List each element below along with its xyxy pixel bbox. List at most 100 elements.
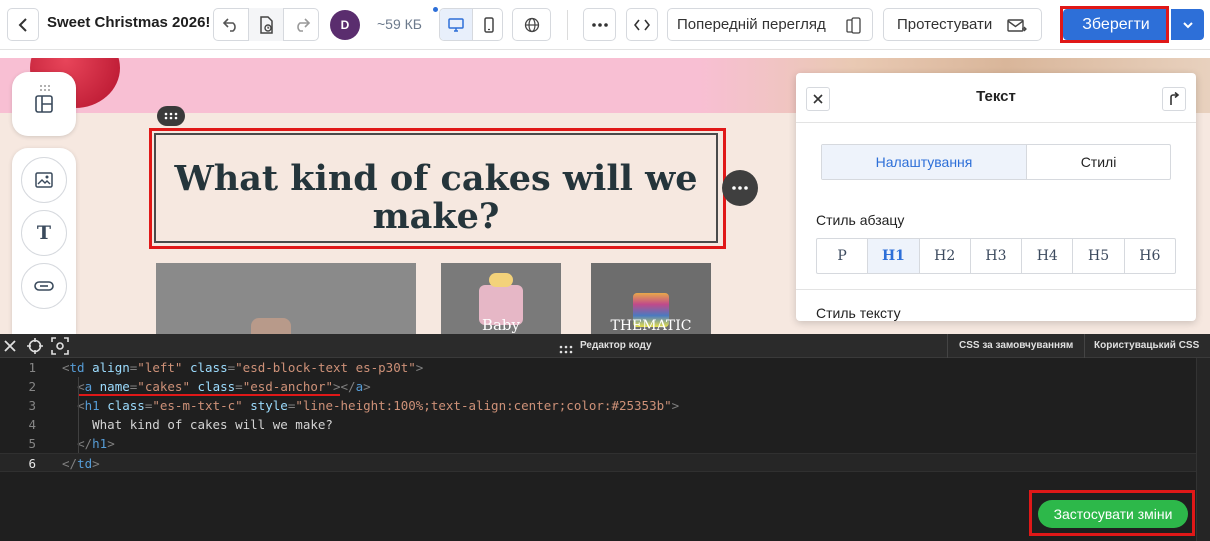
code-text: <h1 class="es-m-txt-c" style="line-heigh… <box>77 398 680 413</box>
image-block-button[interactable] <box>21 157 67 203</box>
line-number: 4 <box>28 417 36 432</box>
blocks-dock: T <box>12 148 76 334</box>
redo-button[interactable] <box>284 8 319 41</box>
apply-changes-button[interactable]: Застосувати зміни <box>1038 500 1188 528</box>
drag-dots-icon <box>164 112 178 120</box>
preview-label: Попередній перегляд <box>677 16 826 33</box>
preview-button[interactable]: Попередній перегляд <box>667 8 873 41</box>
style-option-h5[interactable]: H5 <box>1073 239 1125 273</box>
style-option-h3[interactable]: H3 <box>971 239 1023 273</box>
cake-topper-detail <box>489 273 513 287</box>
style-option-h1[interactable]: H1 <box>868 239 920 273</box>
send-envelope-icon <box>1007 19 1027 32</box>
save-options-button[interactable] <box>1171 9 1204 40</box>
more-horizontal-icon <box>591 22 608 27</box>
button-block-icon <box>34 281 54 291</box>
save-button[interactable]: Зберегти <box>1063 9 1169 40</box>
chevron-left-icon <box>18 17 27 32</box>
desktop-icon <box>448 17 464 32</box>
toolbar-divider <box>567 10 568 40</box>
cake-image-3[interactable]: Thematic <box>591 263 711 334</box>
panel-divider <box>796 289 1196 290</box>
mobile-icon <box>483 16 494 33</box>
code-line: 5 </h1> <box>0 434 1196 453</box>
text-t-icon: T <box>36 222 52 244</box>
cake-image-2[interactable]: Baby <box>441 263 561 334</box>
editor-scrollbar[interactable] <box>1196 358 1210 541</box>
code-line-current: 6 </td> <box>0 453 1196 472</box>
image-caption-thematic: Thematic <box>610 318 692 334</box>
code-editor-title: Редактор коду <box>580 340 652 351</box>
tab-custom-css[interactable]: Користувацький CSS <box>1094 340 1199 351</box>
level-up-icon <box>1170 92 1180 105</box>
language-button[interactable] <box>512 8 551 41</box>
style-option-h4[interactable]: H4 <box>1022 239 1074 273</box>
paragraph-style-label: Стиль абзацу <box>816 212 905 228</box>
line-number: 5 <box>28 436 36 451</box>
text-settings-panel: Текст Налаштування Стилі Стиль абзацу P … <box>796 73 1196 321</box>
button-block-button[interactable] <box>21 263 67 309</box>
undo-icon <box>222 17 236 32</box>
drag-handle-icon[interactable] <box>559 341 573 359</box>
code-editor: Редактор коду CSS за замовчуванням Корис… <box>0 334 1210 541</box>
tab-settings[interactable]: Налаштування <box>822 145 1027 179</box>
code-editor-header: Редактор коду CSS за замовчуванням Корис… <box>0 334 1210 358</box>
layout-icon <box>35 95 53 113</box>
line-number: 6 <box>28 456 36 471</box>
mobile-view-button[interactable] <box>472 9 502 40</box>
code-text: </h1> <box>77 436 115 451</box>
avatar[interactable]: D <box>330 10 360 40</box>
select-parent-button[interactable] <box>1162 87 1186 111</box>
tab-divider <box>1084 334 1085 358</box>
device-switcher <box>439 8 503 41</box>
text-block-button[interactable]: T <box>21 210 67 256</box>
unsaved-indicator <box>433 7 438 12</box>
code-line: 3 <h1 class="es-m-txt-c" style="line-hei… <box>0 396 1196 415</box>
block-heading[interactable]: What kind of cakes will we make? <box>154 160 718 236</box>
style-option-p[interactable]: P <box>817 239 869 273</box>
version-history-button[interactable] <box>248 8 284 41</box>
line-number: 2 <box>28 379 36 394</box>
preview-device-icon <box>846 17 861 34</box>
code-line: 4 What kind of cakes will we make? <box>0 415 1196 434</box>
more-options-button[interactable] <box>583 8 616 41</box>
indent-guide <box>78 377 79 453</box>
style-option-h2[interactable]: H2 <box>920 239 971 273</box>
test-label: Протестувати <box>897 16 993 33</box>
block-actions-button[interactable] <box>722 170 758 206</box>
code-text: What kind of cakes will we make? <box>62 417 333 432</box>
cake-image-1[interactable] <box>156 263 416 334</box>
line-number: 1 <box>28 360 36 375</box>
panel-header: Текст <box>796 73 1196 123</box>
back-button[interactable] <box>7 8 39 41</box>
test-email-button[interactable]: Протестувати <box>883 8 1042 41</box>
globe-icon <box>524 17 539 32</box>
crosshair-icon <box>27 338 43 354</box>
layout-blocks-button[interactable] <box>34 94 54 119</box>
cake-photo-detail <box>251 318 291 334</box>
code-icon <box>634 19 650 30</box>
panel-tabs: Налаштування Стилі <box>821 144 1171 180</box>
code-line: 1 <td align="left" class="esd-block-text… <box>0 358 1196 377</box>
focus-element-button[interactable] <box>51 337 69 360</box>
focus-target-icon <box>51 337 69 355</box>
panel-title: Текст <box>976 88 1016 105</box>
more-horizontal-icon <box>732 186 748 190</box>
code-text: </td> <box>62 456 100 471</box>
tab-default-css[interactable]: CSS за замовчуванням <box>959 340 1073 351</box>
text-style-label: Стиль тексту <box>816 305 901 321</box>
tab-styles[interactable]: Стилі <box>1027 145 1170 179</box>
redo-icon <box>296 17 310 32</box>
desktop-view-button[interactable] <box>440 9 472 40</box>
style-option-h6[interactable]: H6 <box>1125 239 1175 273</box>
chevron-down-icon <box>1182 21 1193 28</box>
undo-button[interactable] <box>213 8 248 41</box>
move-editor-button[interactable] <box>26 337 44 360</box>
email-size: ~59 КБ <box>377 16 422 32</box>
campaign-title[interactable]: Sweet Christmas 2026! <box>47 14 210 31</box>
code-editor-button[interactable] <box>626 8 658 41</box>
code-text: <td align="left" class="esd-block-text e… <box>62 360 424 375</box>
close-editor-button[interactable] <box>3 339 17 358</box>
block-drag-handle[interactable] <box>157 106 185 126</box>
image-caption-baby: Baby <box>481 316 521 334</box>
